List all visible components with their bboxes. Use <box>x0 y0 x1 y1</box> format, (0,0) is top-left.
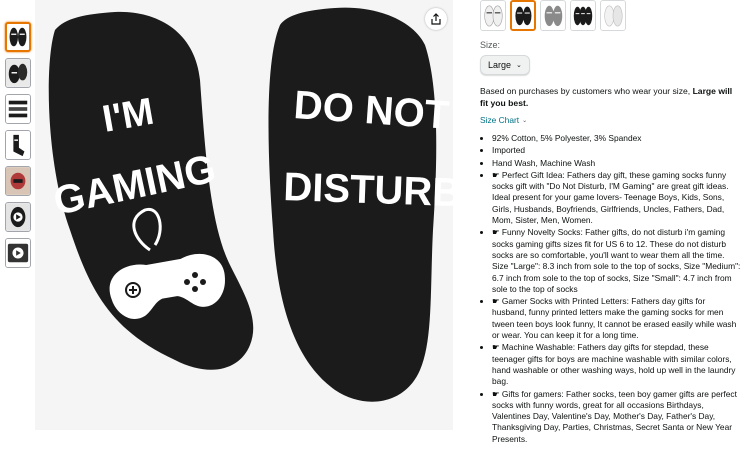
thumbnail-socks-3[interactable] <box>5 94 31 124</box>
variant-grey[interactable] <box>540 0 566 31</box>
size-chart-link[interactable]: Size Chart ⌄ <box>480 115 527 125</box>
size-dropdown[interactable]: Large ⌄ <box>480 55 530 75</box>
thumbnail-socks-4[interactable] <box>5 130 31 160</box>
variant-white[interactable] <box>480 0 506 31</box>
chevron-down-icon: ⌄ <box>516 62 522 69</box>
fit-recommendation: Based on purchases by customers who wear… <box>480 85 742 109</box>
feature-bullets: 92% Cotton, 5% Polyester, 3% Spandex Imp… <box>480 133 742 445</box>
variant-swatches <box>480 0 742 31</box>
socks-illustration: I'M GAMING DO NOT DISTURB <box>35 0 453 430</box>
right-sock-text-line2: DISTURB <box>283 165 453 215</box>
thumbnail-socks-5[interactable] <box>5 166 31 196</box>
feature-bullet: ☛ Perfect Gift Idea: Fathers day gift, t… <box>492 170 742 226</box>
variant-black[interactable] <box>510 0 536 31</box>
feature-bullet: ☛ Gamer Socks with Printed Letters: Fath… <box>492 296 742 341</box>
feature-bullet: Imported <box>492 145 742 156</box>
thumbnail-socks-6[interactable] <box>5 202 31 232</box>
chevron-down-icon: ⌄ <box>522 117 528 124</box>
fit-note-text: Based on purchases by customers who wear… <box>480 86 693 96</box>
feature-bullet: ☛ Gifts for gamers: Father socks, teen b… <box>492 389 742 445</box>
feature-bullet: ☛ Machine Washable: Fathers day gifts fo… <box>492 342 742 387</box>
share-icon <box>431 13 441 25</box>
thumbnail-rail <box>5 22 33 274</box>
thumbnail-video[interactable] <box>5 238 31 268</box>
feature-bullet: 92% Cotton, 5% Polyester, 3% Spandex <box>492 133 742 144</box>
variant-white-pair[interactable] <box>600 0 626 31</box>
size-selected-value: Large <box>488 60 512 70</box>
thumbnail-socks-1[interactable] <box>5 22 31 52</box>
share-button[interactable] <box>425 8 447 30</box>
feature-bullet: Hand Wash, Machine Wash <box>492 158 742 169</box>
thumbnail-socks-2[interactable] <box>5 58 31 88</box>
feature-bullet: ☛ Funny Novelty Socks: Father gifts, do … <box>492 227 742 295</box>
variant-black-pair[interactable] <box>570 0 596 31</box>
left-sock-text-line1: I'M <box>99 91 157 141</box>
size-chart-label: Size Chart <box>480 115 520 125</box>
main-product-image[interactable]: I'M GAMING DO NOT DISTURB <box>35 0 453 430</box>
product-details: Size: Large ⌄ Based on purchases by cust… <box>480 0 742 446</box>
size-label: Size: <box>480 40 501 50</box>
